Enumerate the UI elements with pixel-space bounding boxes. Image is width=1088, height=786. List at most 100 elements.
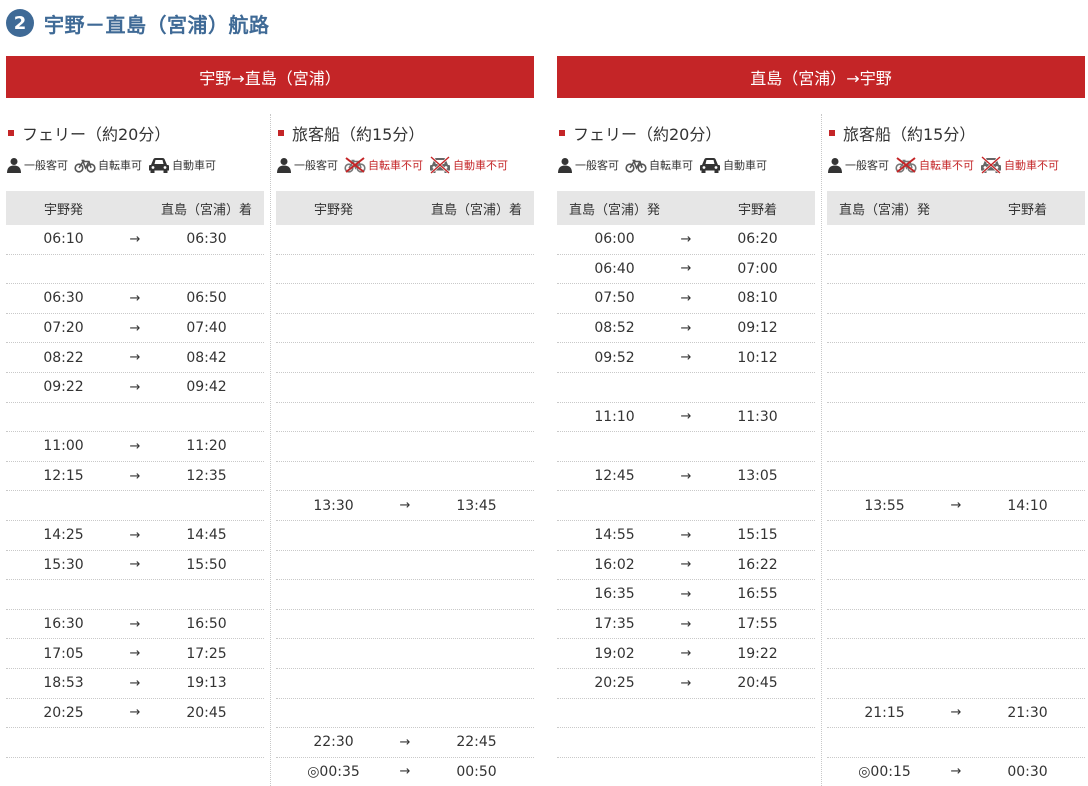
departure-time: 16:35	[594, 586, 635, 603]
arrow-right-icon: →	[680, 261, 692, 277]
car-label: 自動車可	[723, 159, 767, 172]
arrival-header: 直島（宮浦）着	[160, 202, 252, 218]
service-title: 旅客船（約15分）	[827, 118, 1085, 148]
arrow-right-icon: →	[129, 646, 141, 662]
table-row: 16:02 → 16:22	[557, 551, 815, 581]
departure-time: 20:25	[43, 704, 84, 721]
table-row: 17:05 → 17:25	[6, 639, 264, 669]
table-row	[276, 432, 534, 462]
departure-time: 19:02	[594, 645, 635, 662]
arrival-time: 16:22	[737, 556, 778, 573]
table-row	[827, 432, 1085, 462]
arrival-time: 07:00	[737, 260, 778, 277]
table-row	[276, 403, 534, 433]
car-allowance: 自動車可	[699, 156, 767, 174]
table-row	[827, 669, 1085, 699]
no-bicycle-icon	[344, 157, 368, 173]
departure-time: 15:30	[43, 556, 84, 573]
table-row: 21:15 → 21:30	[827, 699, 1085, 729]
column-divider	[821, 114, 822, 786]
arrival-time: 00:30	[1007, 763, 1048, 780]
arrival-time: 06:50	[186, 290, 227, 307]
passenger-label: 一般客可	[24, 159, 68, 172]
passenger-label: 一般客可	[845, 159, 889, 172]
passenger-icon	[827, 157, 845, 173]
arrival-header: 宇野着	[737, 202, 777, 218]
table-row: 13:55 → 14:10	[827, 491, 1085, 521]
arrival-time: 11:30	[737, 408, 778, 425]
service-title: 旅客船（約15分）	[276, 118, 534, 148]
departure-time: 21:15	[864, 704, 905, 721]
service-title-label: フェリー（約20分）	[22, 125, 171, 144]
arrival-time: 22:45	[456, 734, 497, 751]
arrow-right-icon: →	[680, 290, 692, 306]
departure-time: 13:55	[864, 497, 905, 514]
bullet-square-icon	[559, 130, 565, 136]
arrow-right-icon: →	[680, 409, 692, 425]
arrow-right-icon: →	[680, 586, 692, 602]
departure-header: 直島（宮浦）発	[838, 202, 930, 218]
passenger-allowance: 一般客可	[827, 157, 889, 173]
arrival-time: 11:20	[186, 438, 227, 455]
arrow-right-icon: →	[680, 320, 692, 336]
no-bicycle-icon	[895, 157, 919, 173]
arrow-right-icon: →	[399, 498, 411, 514]
departure-time: 12:45	[594, 468, 635, 485]
arrow-right-icon: →	[399, 764, 411, 780]
arrow-right-icon: →	[129, 557, 141, 573]
table-row: 22:30 → 22:45	[276, 728, 534, 758]
departure-time: 06:00	[594, 231, 635, 248]
table-row	[827, 373, 1085, 403]
arrow-right-icon: →	[680, 231, 692, 247]
bicycle-allowance: 自転車可	[74, 157, 142, 173]
table-row	[276, 551, 534, 581]
table-row	[827, 639, 1085, 669]
departure-time: 09:52	[594, 349, 635, 366]
arrow-right-icon: →	[129, 379, 141, 395]
arrival-time: 20:45	[737, 675, 778, 692]
table-row: 16:35 → 16:55	[557, 580, 815, 610]
table-row	[6, 255, 264, 285]
car-allowance: 自動車可	[148, 156, 216, 174]
table-row: 06:30 → 06:50	[6, 284, 264, 314]
timetable-column-passenger-boat-inbound: 旅客船（約15分） 一般客可 自転車不可 自動車不可 直島（宮浦）発 宇野着 13:55 → 1…	[827, 118, 1085, 786]
table-row: 08:52 → 09:12	[557, 314, 815, 344]
arrow-right-icon: →	[129, 705, 141, 721]
arrow-right-icon: →	[680, 616, 692, 632]
arrow-right-icon: →	[129, 527, 141, 543]
table-row: 13:30 → 13:45	[276, 491, 534, 521]
table-row: 20:25 → 20:45	[6, 699, 264, 729]
passenger-label: 一般客可	[575, 159, 619, 172]
table-row	[827, 255, 1085, 285]
table-row	[827, 343, 1085, 373]
service-title-label: 旅客船（約15分）	[843, 125, 976, 144]
table-row: ◎00:35 → 00:50	[276, 758, 534, 786]
arrival-time: 07:40	[186, 320, 227, 337]
service-title-label: フェリー（約20分）	[573, 125, 722, 144]
arrival-time: 00:50	[456, 763, 497, 780]
departure-time: 07:50	[594, 290, 635, 307]
table-row	[827, 225, 1085, 255]
table-row: 08:22 → 08:42	[6, 343, 264, 373]
arrival-time: 10:12	[737, 349, 778, 366]
table-row	[827, 462, 1085, 492]
service-title: フェリー（約20分）	[557, 118, 815, 148]
table-row	[827, 580, 1085, 610]
table-row: 06:00 → 06:20	[557, 225, 815, 255]
bicycle-icon	[625, 157, 649, 173]
car-label: 自動車可	[172, 159, 216, 172]
table-row: 09:22 → 09:42	[6, 373, 264, 403]
arrival-time: 12:35	[186, 468, 227, 485]
table-row	[276, 521, 534, 551]
arrival-time: 15:50	[186, 556, 227, 573]
arrival-time: 17:55	[737, 616, 778, 633]
table-row	[276, 669, 534, 699]
arrow-right-icon: →	[680, 350, 692, 366]
bicycle-icon	[74, 157, 98, 173]
table-row	[6, 580, 264, 610]
departure-time: 22:30	[313, 734, 354, 751]
arrow-right-icon: →	[129, 290, 141, 306]
table-row	[557, 728, 815, 758]
departure-time: 12:15	[43, 468, 84, 485]
table-row: 09:52 → 10:12	[557, 343, 815, 373]
